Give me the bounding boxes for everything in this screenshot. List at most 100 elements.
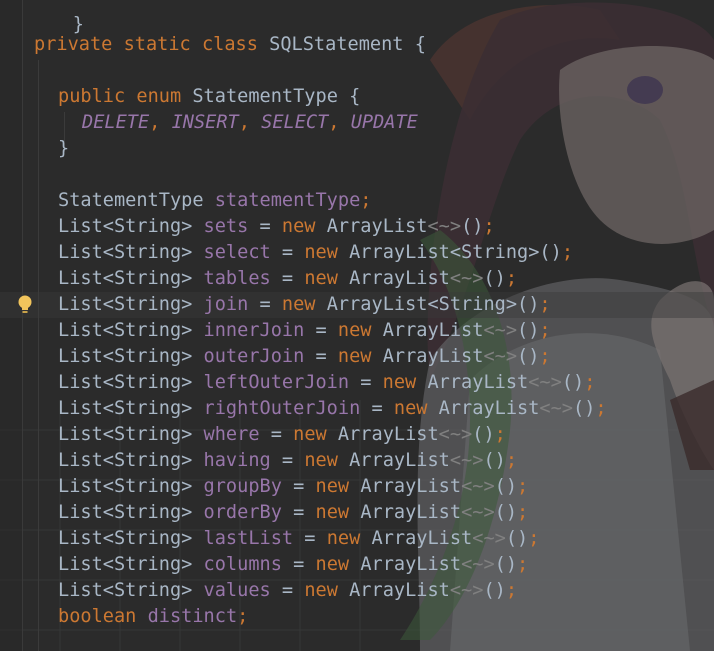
field-name: columns — [203, 554, 282, 575]
field-line-sets: List<String> sets = new ArrayList<~>(); — [58, 216, 495, 237]
lightbulb-icon[interactable] — [17, 294, 33, 316]
constructor-name: ArrayList — [326, 216, 428, 237]
field-name: where — [203, 424, 260, 445]
enum-name: StatementType — [192, 86, 338, 107]
constructor-name: ArrayList — [360, 476, 462, 497]
field-type: List<String> — [58, 216, 193, 237]
generic-args: <~> — [438, 424, 473, 445]
generic-args: <~> — [461, 502, 495, 523]
new-keyword: new — [293, 424, 327, 445]
field-line-groupBy: List<String> groupBy = new ArrayList<~>(… — [58, 476, 529, 497]
new-keyword: new — [281, 294, 316, 315]
new-keyword: new — [315, 502, 350, 523]
field-line-rightOuterJoin: List<String> rightOuterJoin = new ArrayL… — [58, 398, 607, 419]
enum-values-line: DELETE, INSERT, SELECT, UPDATE — [82, 112, 418, 133]
generic-args: <~> — [539, 398, 574, 419]
field-name: outerJoin — [203, 346, 305, 367]
field-line-tables: List<String> tables = new ArrayList<~>()… — [58, 268, 518, 289]
field-line-orderBy: List<String> orderBy = new ArrayList<~>(… — [58, 502, 529, 523]
field-line-values: List<String> values = new ArrayList<~>()… — [58, 580, 518, 601]
field-name: rightOuterJoin — [203, 398, 361, 419]
new-keyword: new — [304, 268, 338, 289]
field-type: List<String> — [58, 528, 193, 549]
field-name: lastList — [203, 528, 294, 549]
field-name: values — [203, 580, 271, 601]
constructor-name: ArrayList — [360, 502, 462, 523]
new-keyword: new — [304, 450, 338, 471]
constructor-name: ArrayList — [438, 398, 540, 419]
new-keyword: new — [326, 528, 361, 549]
generic-args: <~> — [427, 216, 462, 237]
generic-args: <String> — [427, 294, 518, 315]
field-name: having — [203, 450, 271, 471]
generic-args: <~> — [449, 580, 484, 601]
constructor-name: ArrayList — [382, 320, 484, 341]
constructor-name: ArrayList — [349, 242, 450, 263]
field-type: List<String> — [58, 450, 193, 471]
field-line-innerJoin: List<String> innerJoin = new ArrayList<~… — [58, 320, 551, 341]
generic-args: <String> — [449, 242, 540, 263]
editor-gutter[interactable] — [0, 0, 22, 651]
field-type: List<String> — [58, 398, 193, 419]
generic-args: <~> — [461, 554, 495, 575]
generic-args: <~> — [472, 528, 506, 549]
enum-declaration-line: public enum StatementType { — [58, 86, 361, 107]
field-line-where: List<String> where = new ArrayList<~>(); — [58, 424, 506, 445]
constructor-name: ArrayList — [360, 554, 462, 575]
field-name: join — [203, 294, 249, 315]
field-name: orderBy — [203, 502, 282, 523]
field-name: tables — [203, 268, 271, 289]
constructor-name: ArrayList — [427, 372, 529, 393]
new-keyword: new — [337, 320, 372, 341]
new-keyword: new — [304, 242, 338, 263]
generic-args: <~> — [461, 476, 495, 497]
generic-args: <~> — [528, 372, 562, 393]
generic-args: <~> — [483, 320, 518, 341]
constructor-name: ArrayList — [349, 268, 450, 289]
class-declaration-line: private static class SQLStatement { — [34, 34, 426, 55]
new-keyword: new — [393, 398, 428, 419]
constructor-name: ArrayList — [349, 450, 450, 471]
field-line-lastList: List<String> lastList = new ArrayList<~>… — [58, 528, 540, 549]
gutter-divider — [22, 0, 23, 651]
field-type: List<String> — [58, 502, 193, 523]
field-type: List<String> — [58, 476, 193, 497]
new-keyword: new — [337, 346, 372, 367]
enum-close-line: } — [58, 138, 70, 159]
field-name: sets — [203, 216, 249, 237]
field-line-having: List<String> having = new ArrayList<~>()… — [58, 450, 518, 471]
new-keyword: new — [304, 580, 338, 601]
generic-args: <~> — [483, 346, 518, 367]
field-type: List<String> — [58, 294, 193, 315]
field-line-join: List<String> join = new ArrayList<String… — [58, 294, 551, 315]
field-name: groupBy — [203, 476, 282, 497]
generic-args: <~> — [449, 450, 484, 471]
field-type: List<String> — [58, 268, 193, 289]
constructor-name: ArrayList — [371, 528, 473, 549]
field-line-distinct: boolean distinct; — [58, 606, 249, 627]
field-line-leftOuterJoin: List<String> leftOuterJoin = new ArrayLi… — [58, 372, 596, 393]
class-name: SQLStatement — [269, 34, 404, 55]
field-type: List<String> — [58, 554, 193, 575]
indent-guide — [38, 60, 39, 651]
new-keyword: new — [315, 476, 350, 497]
constructor-name: ArrayList — [382, 346, 484, 367]
field-line-columns: List<String> columns = new ArrayList<~>(… — [58, 554, 529, 575]
field-type: List<String> — [58, 580, 193, 601]
field-type: List<String> — [58, 320, 193, 341]
field-name: innerJoin — [203, 320, 305, 341]
generic-args: <~> — [449, 268, 484, 289]
new-keyword: new — [315, 554, 350, 575]
constructor-name: ArrayList — [337, 424, 439, 445]
code-line: } — [72, 14, 84, 35]
field-type: List<String> — [58, 424, 193, 445]
field-type: List<String> — [58, 346, 193, 367]
field-type: List<String> — [58, 372, 193, 393]
field-line-select: List<String> select = new ArrayList<Stri… — [58, 242, 574, 263]
field-line-statementType: StatementType statementType; — [58, 190, 372, 211]
field-name: select — [203, 242, 271, 263]
field-type: List<String> — [58, 242, 193, 263]
field-name: leftOuterJoin — [203, 372, 350, 393]
field-line-outerJoin: List<String> outerJoin = new ArrayList<~… — [58, 346, 551, 367]
new-keyword: new — [382, 372, 417, 393]
